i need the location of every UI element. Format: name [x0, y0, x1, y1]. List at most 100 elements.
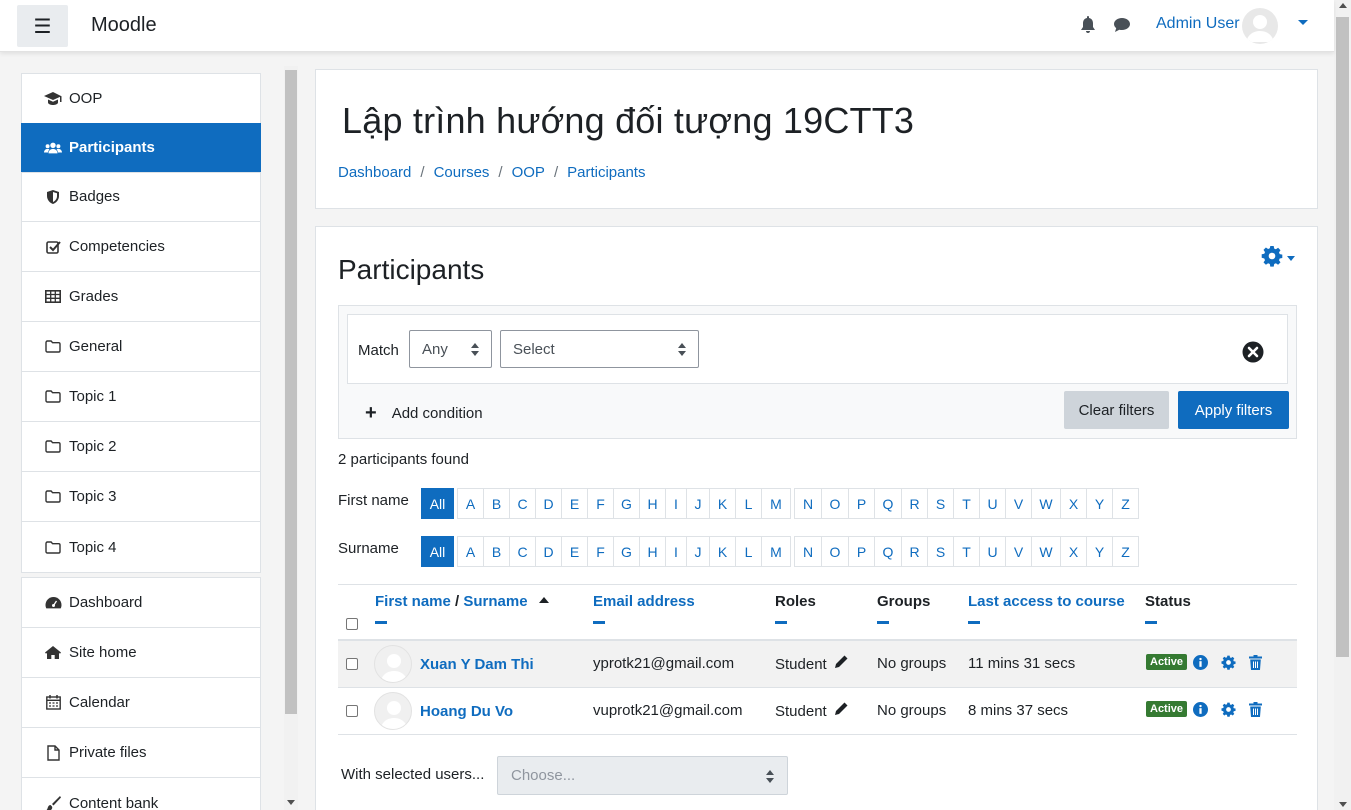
- collapse-column-icon[interactable]: [593, 621, 605, 624]
- first-name-initial-a[interactable]: A: [457, 488, 484, 519]
- surname-initial-g[interactable]: G: [613, 536, 640, 567]
- first-name-initial-j[interactable]: J: [686, 488, 710, 519]
- surname-initial-o[interactable]: O: [821, 536, 849, 567]
- collapse-column-icon[interactable]: [877, 621, 889, 624]
- first-name-initial-e[interactable]: E: [561, 488, 588, 519]
- filter-type-select[interactable]: Select: [500, 330, 699, 368]
- drawer-item-topic-3[interactable]: Topic 3: [22, 472, 260, 522]
- user-menu-caret-icon[interactable]: [1298, 20, 1308, 25]
- participant-name-link[interactable]: Hoang Du Vo: [374, 692, 513, 730]
- first-name-initial-t[interactable]: T: [953, 488, 980, 519]
- trash-icon[interactable]: [1249, 654, 1263, 670]
- first-name-initial-r[interactable]: R: [901, 488, 928, 519]
- sort-last-access-link[interactable]: Last access to course: [968, 593, 1125, 610]
- row-select-checkbox[interactable]: [346, 705, 358, 717]
- first-name-initial-h[interactable]: H: [639, 488, 666, 519]
- surname-initial-l[interactable]: L: [735, 536, 762, 567]
- row-select-checkbox[interactable]: [346, 658, 358, 670]
- participant-name-link[interactable]: Xuan Y Dam Thi: [374, 645, 534, 683]
- sort-first-name-link[interactable]: First name: [375, 593, 451, 610]
- surname-initial-v[interactable]: V: [1005, 536, 1032, 567]
- sort-email-link[interactable]: Email address: [593, 593, 695, 610]
- first-name-initial-q[interactable]: Q: [874, 488, 902, 519]
- user-menu-name[interactable]: Admin User: [1156, 15, 1240, 33]
- drawer-item-competencies[interactable]: Competencies: [22, 222, 260, 272]
- collapse-column-icon[interactable]: [775, 621, 787, 624]
- surname-initial-z[interactable]: Z: [1112, 536, 1139, 567]
- breadcrumb-oop[interactable]: OOP: [512, 164, 545, 181]
- first-name-initial-m[interactable]: M: [761, 488, 791, 519]
- site-brand[interactable]: Moodle: [91, 14, 157, 37]
- trash-icon[interactable]: [1249, 701, 1263, 717]
- drawer-item-site-home[interactable]: Site home: [22, 628, 260, 678]
- drawer-item-general[interactable]: General: [22, 322, 260, 372]
- collapse-column-icon[interactable]: [375, 621, 387, 624]
- surname-initial-all[interactable]: All: [421, 536, 454, 567]
- first-name-initial-w[interactable]: W: [1031, 488, 1061, 519]
- scroll-up-arrow-icon[interactable]: [1339, 3, 1347, 8]
- drawer-item-calendar[interactable]: Calendar: [22, 678, 260, 728]
- drawer-item-dashboard[interactable]: Dashboard: [22, 578, 260, 628]
- surname-initial-a[interactable]: A: [457, 536, 484, 567]
- breadcrumb-courses[interactable]: Courses: [434, 164, 490, 181]
- pencil-icon[interactable]: [834, 655, 848, 673]
- info-icon[interactable]: [1193, 701, 1209, 717]
- surname-initial-c[interactable]: C: [509, 536, 536, 567]
- surname-initial-d[interactable]: D: [535, 536, 562, 567]
- page-scrollbar-thumb[interactable]: [1336, 17, 1349, 657]
- surname-initial-m[interactable]: M: [761, 536, 791, 567]
- first-name-initial-s[interactable]: S: [927, 488, 954, 519]
- surname-initial-n[interactable]: N: [794, 536, 822, 567]
- add-condition-button[interactable]: + Add condition: [365, 402, 483, 425]
- drawer-item-topic-4[interactable]: Topic 4: [22, 522, 260, 572]
- drawer-item-private-files[interactable]: Private files: [22, 728, 260, 778]
- match-type-select[interactable]: Any: [409, 330, 492, 368]
- remove-condition-icon[interactable]: [1242, 341, 1264, 367]
- pencil-icon[interactable]: [834, 702, 848, 720]
- first-name-initial-x[interactable]: X: [1060, 488, 1087, 519]
- surname-initial-h[interactable]: H: [639, 536, 666, 567]
- page-scrollbar[interactable]: [1334, 0, 1351, 810]
- first-name-initial-o[interactable]: O: [821, 488, 849, 519]
- surname-initial-p[interactable]: P: [848, 536, 875, 567]
- drawer-item-content-bank[interactable]: Content bank: [22, 778, 260, 810]
- select-all-checkbox[interactable]: [346, 618, 358, 630]
- breadcrumb-participants[interactable]: Participants: [567, 164, 645, 181]
- drawer-item-topic-1[interactable]: Topic 1: [22, 372, 260, 422]
- first-name-initial-u[interactable]: U: [979, 488, 1006, 519]
- first-name-initial-b[interactable]: B: [483, 488, 510, 519]
- breadcrumb-dashboard[interactable]: Dashboard: [338, 164, 411, 181]
- actions-menu-button[interactable]: [1261, 245, 1295, 271]
- first-name-initial-v[interactable]: V: [1005, 488, 1032, 519]
- clear-filters-button[interactable]: Clear filters: [1064, 391, 1169, 429]
- menu-toggle-button[interactable]: ☰: [17, 5, 68, 47]
- sort-surname-link[interactable]: Surname: [463, 593, 527, 610]
- user-avatar[interactable]: [1242, 8, 1278, 44]
- surname-initial-e[interactable]: E: [561, 536, 588, 567]
- first-name-initial-i[interactable]: I: [665, 488, 687, 519]
- info-icon[interactable]: [1193, 654, 1209, 670]
- first-name-initial-z[interactable]: Z: [1112, 488, 1139, 519]
- first-name-initial-g[interactable]: G: [613, 488, 640, 519]
- collapse-column-icon[interactable]: [1145, 621, 1157, 624]
- surname-initial-f[interactable]: F: [587, 536, 614, 567]
- surname-initial-x[interactable]: X: [1060, 536, 1087, 567]
- first-name-initial-f[interactable]: F: [587, 488, 614, 519]
- surname-initial-q[interactable]: Q: [874, 536, 902, 567]
- collapse-column-icon[interactable]: [968, 621, 980, 624]
- surname-initial-y[interactable]: Y: [1086, 536, 1113, 567]
- drawer-scrollbar-thumb[interactable]: [285, 70, 297, 714]
- first-name-initial-n[interactable]: N: [794, 488, 822, 519]
- drawer-item-oop[interactable]: OOP: [22, 74, 260, 124]
- drawer-scrollbar[interactable]: [284, 66, 298, 810]
- surname-initial-i[interactable]: I: [665, 536, 687, 567]
- surname-initial-b[interactable]: B: [483, 536, 510, 567]
- bell-icon[interactable]: [1080, 16, 1096, 38]
- surname-initial-w[interactable]: W: [1031, 536, 1061, 567]
- surname-initial-r[interactable]: R: [901, 536, 928, 567]
- gear-icon[interactable]: [1221, 702, 1236, 717]
- drawer-item-topic-2[interactable]: Topic 2: [22, 422, 260, 472]
- first-name-initial-y[interactable]: Y: [1086, 488, 1113, 519]
- gear-icon[interactable]: [1221, 655, 1236, 670]
- drawer-item-grades[interactable]: Grades: [22, 272, 260, 322]
